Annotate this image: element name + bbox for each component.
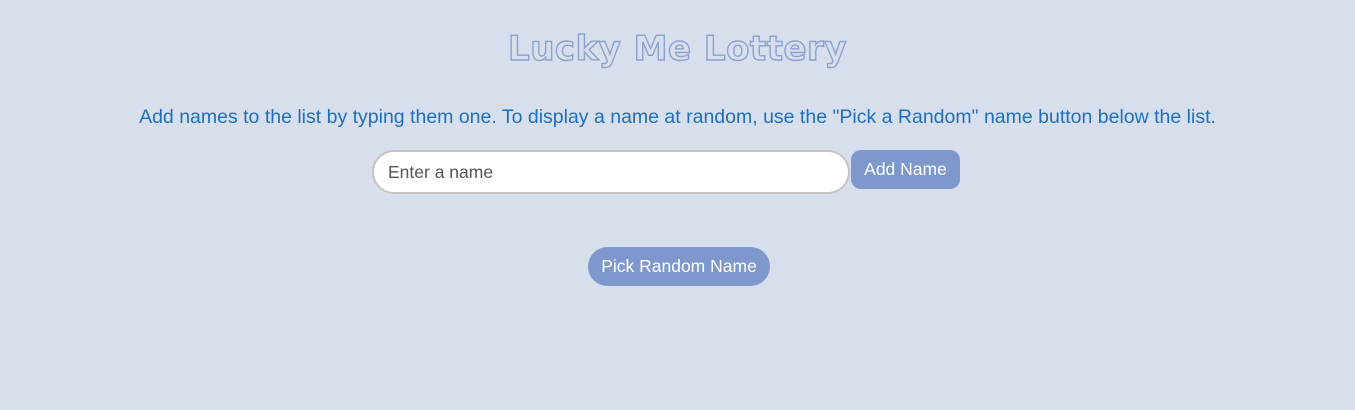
page-title: Lucky Me Lottery [507,28,847,69]
instructions-text: Add names to the list by typing them one… [139,106,1216,128]
add-name-button[interactable]: Add Name [851,150,960,189]
pick-random-name-button[interactable]: Pick Random Name [588,247,770,286]
name-input[interactable] [372,150,850,194]
